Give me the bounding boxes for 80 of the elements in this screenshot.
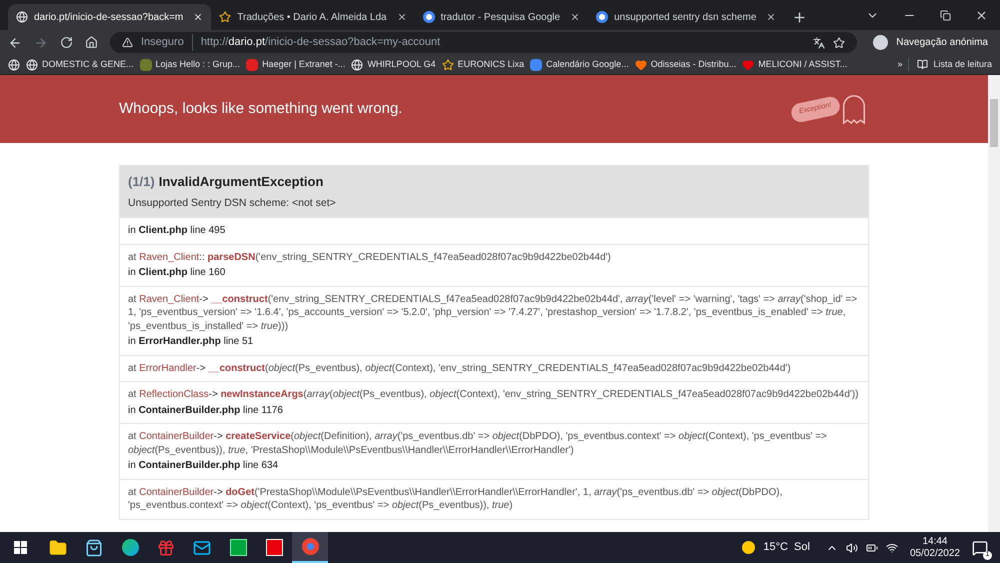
gift-icon (157, 538, 175, 556)
call-line: at Raven_Client-> __construct('env_string_SENTRY_CREDENTIALS_f47ea5ead028f07ac9b9d422be02b44d', array('level' => 'warning', 'tags' => array('shop_id' => 1, 'ps_eventbus_version' => '1.6.4', 'ps_accounts_version' => '5.2.0', 'php_version' => '7.4.27', 'prestashop_version' => '1.7.8.2', 'ps_eventbus_is_enabled' => true, 'ps_eventbus_is_installed' => true))) (128, 292, 858, 334)
security-label: Inseguro (141, 34, 193, 51)
reload-icon[interactable] (60, 36, 73, 49)
message-icon (972, 540, 988, 556)
call-line: at ContainerBuilder-> doGet('PrestaShop\\Module\\PsEventbus\\Handler\\ErrorHandler\\ErrorHandler', 1, array('ps_eventbus.db' => object(DbPDO), 'ps_eventbus.context' => object(Context), 'ps_eventbus' => object(Ps_eventbus)), true) (128, 486, 784, 513)
exception-name: InvalidArgumentException (158, 173, 324, 191)
error-heading: Whoops, looks like something went wrong. (119, 98, 402, 119)
call-line: at Raven_Client:: parseDSN('env_string_SENTRY_CREDENTIALS_f47ea5ead028f07ac9b9d422be02b44d') (128, 250, 612, 264)
volume-icon[interactable] (846, 542, 858, 554)
bookmark[interactable]: WHIRLPOOL G4 (351, 58, 436, 72)
star-icon (442, 58, 454, 70)
bookmark[interactable]: Calendário Google... (530, 58, 629, 72)
call-line: at ErrorHandler-> __construct(object(Ps_eventbus), object(Context), 'env_string_SENTRY_CREDENTIALS_f47ea5ead028f07ac9b9d422be02b44d') (128, 362, 792, 376)
taskbar-app[interactable] (292, 532, 328, 563)
location-line: in Client.php line 160 (128, 266, 226, 280)
clock[interactable]: 14:44 05/02/2022 (910, 536, 960, 560)
bookmark-star-icon[interactable] (833, 36, 846, 48)
incognito-icon (873, 35, 888, 50)
weather-text: 15°C Sol (763, 540, 810, 556)
browser-tab[interactable]: tradutor - Pesquisa Google (414, 4, 588, 30)
call-line: at ContainerBuilder-> createService(object(Definition), array('ps_eventbus.db' => object(DbPDO), 'ps_eventbus.context' => object(Context), 'ps_eventbus' => object(Ps_eventbus)), true, 'PrestaShop\\Module\\PsEventbus\\Handler\\ErrorHandler\\ErrorHandler') (128, 430, 828, 458)
globe-icon (26, 58, 38, 70)
translate-icon[interactable] (813, 36, 826, 48)
bookmark[interactable]: MELICONI / ASSIST... (742, 58, 848, 72)
url-text: http://dario.pt/inicio-de-sessao?back=my-account (200, 35, 440, 50)
back-icon[interactable] (8, 36, 22, 50)
location-line: in Client.php line 495 (128, 224, 226, 238)
reading-list-button[interactable]: Lista de leitura (908, 58, 992, 72)
app-tile-icon (266, 539, 282, 556)
exception-count: (1/1) (128, 173, 155, 191)
exception-message: Unsupported Sentry DSN scheme: <not set> (128, 196, 337, 210)
tab-title: tradutor - Pesquisa Google (440, 10, 560, 24)
mail-icon (193, 538, 211, 556)
app-tile-icon (230, 539, 246, 556)
bookmark[interactable]: Lojas Hello : : Grup... (140, 58, 240, 72)
restore-icon[interactable] (940, 10, 951, 20)
home-icon[interactable] (85, 36, 98, 49)
forward-icon[interactable] (34, 36, 48, 50)
globe-icon (351, 58, 364, 70)
battery-icon[interactable] (866, 542, 878, 554)
bookmark[interactable] (8, 58, 20, 70)
close-icon[interactable] (396, 12, 407, 22)
sun-icon (742, 541, 756, 554)
bookmark[interactable]: EURONICS Lixa (442, 58, 524, 72)
scrollbar[interactable] (988, 75, 1000, 532)
windows-logo-icon (14, 541, 26, 554)
heart-icon (634, 58, 647, 70)
close-icon[interactable] (766, 12, 776, 22)
ghost-icon (840, 93, 868, 125)
bookmark[interactable]: Haeger | Extranet -... (246, 58, 346, 72)
tab-title: Traduções • Dario A. Almeida Lda (237, 10, 387, 24)
bag-icon (85, 538, 103, 556)
incognito-button[interactable]: Navegação anónima (869, 35, 992, 50)
globe-icon (16, 11, 28, 23)
warning-icon (122, 37, 133, 48)
location-line: in ContainerBuilder.php line 1176 (128, 404, 284, 418)
call-line: at ReflectionClass-> newInstanceArgs(array(object(Ps_eventbus), object(Context), 'env_string_SENTRY_CREDENTIALS_f47ea5ead028f07ac9b9d422be02b44d')) (128, 388, 860, 402)
address-bar[interactable]: Inseguro http://dario.pt/inicio-de-sessao?back=my-account (110, 32, 858, 53)
bookmark[interactable]: DOMESTIC & GENE... (26, 58, 134, 72)
list-icon (917, 59, 928, 70)
heart-icon (742, 58, 754, 70)
folder-icon (49, 538, 67, 556)
browser-logo-icon (302, 538, 318, 555)
tab-title: unsupported sentry dsn scheme (614, 10, 756, 24)
location-line: in ContainerBuilder.php line 634 (128, 459, 280, 473)
tab-title: dario.pt/inicio-de-sessao?back=m (34, 10, 184, 24)
more-bookmarks[interactable]: » (897, 58, 902, 72)
bookmark[interactable]: Odisseias - Distribu... (634, 58, 736, 72)
globe-icon (8, 58, 20, 70)
browser-tab[interactable]: unsupported sentry dsn scheme (588, 4, 784, 30)
close-icon[interactable] (570, 12, 580, 22)
browser-tab[interactable]: Traduções • Dario A. Almeida Lda (211, 4, 415, 30)
wifi-icon[interactable] (886, 542, 898, 554)
close-icon[interactable] (193, 12, 204, 22)
new-tab-icon[interactable] (792, 10, 808, 25)
star-icon (219, 11, 232, 23)
browser-tab[interactable]: dario.pt/inicio-de-sessao?back=m (8, 4, 212, 30)
location-line: in ErrorHandler.php line 51 (128, 335, 254, 349)
close-icon[interactable] (975, 8, 988, 22)
